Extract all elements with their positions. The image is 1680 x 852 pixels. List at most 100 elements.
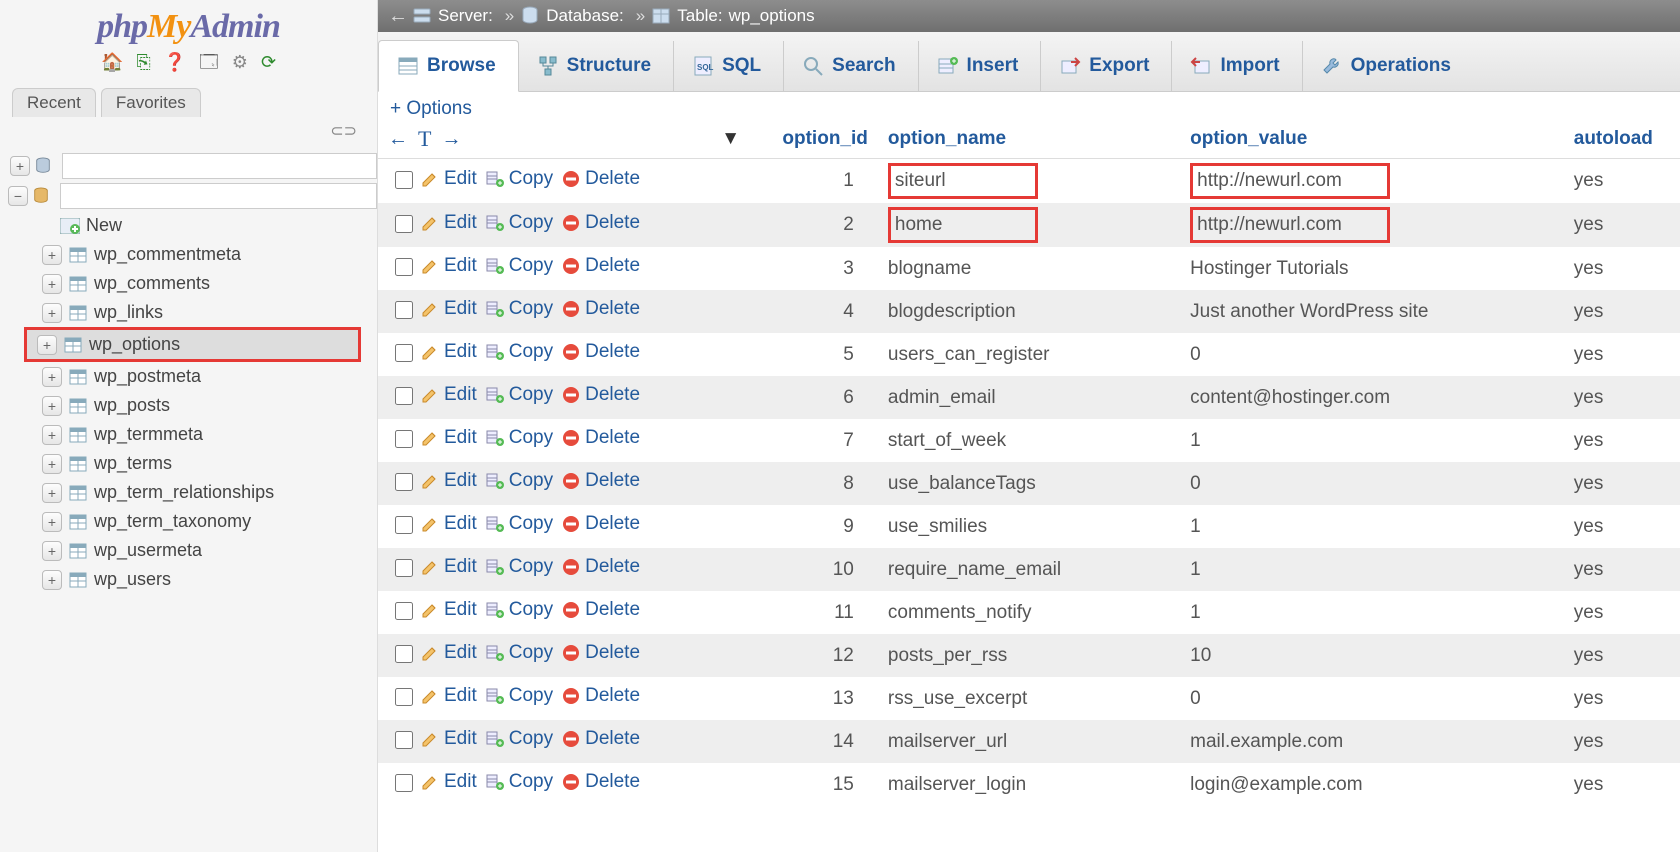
edit-button[interactable]: Edit [420, 298, 477, 320]
edit-button[interactable]: Edit [420, 728, 477, 750]
exit-icon[interactable]: ⎘ [136, 52, 150, 73]
sql-icon[interactable]: 🗔 [199, 50, 219, 80]
tree-item-wp-termmeta[interactable]: +wp_termmeta [8, 420, 377, 449]
row-checkbox[interactable] [395, 301, 413, 319]
delete-button[interactable]: Delete [561, 556, 640, 578]
toggle-sort-icon[interactable]: T [418, 126, 431, 152]
copy-button[interactable]: Copy [485, 384, 553, 406]
tree-item-wp-comments[interactable]: +wp_comments [8, 269, 377, 298]
row-checkbox[interactable] [395, 602, 413, 620]
tab-recent[interactable]: Recent [12, 88, 96, 117]
help-icon[interactable]: ❓ [164, 52, 186, 73]
edit-button[interactable]: Edit [420, 470, 477, 492]
tree-item-wp-posts[interactable]: +wp_posts [8, 391, 377, 420]
copy-button[interactable]: Copy [485, 556, 553, 578]
col-autoload[interactable]: autoload [1564, 120, 1680, 159]
row-checkbox[interactable] [395, 387, 413, 405]
edit-button[interactable]: Edit [420, 212, 477, 234]
copy-button[interactable]: Copy [485, 513, 553, 535]
edit-button[interactable]: Edit [420, 427, 477, 449]
delete-button[interactable]: Delete [561, 470, 640, 492]
copy-button[interactable]: Copy [485, 427, 553, 449]
tab-structure[interactable]: Structure [519, 41, 674, 91]
options-toggle[interactable]: + Options [378, 92, 1680, 120]
delete-button[interactable]: Delete [561, 642, 640, 664]
tree-expand-icon[interactable]: + [42, 541, 62, 561]
edit-button[interactable]: Edit [420, 685, 477, 707]
tab-browse[interactable]: Browse [378, 40, 519, 92]
tab-insert[interactable]: Insert [919, 41, 1042, 91]
sort-right-icon[interactable]: → [441, 128, 461, 151]
col-option-id[interactable]: option_id [750, 120, 878, 159]
delete-button[interactable]: Delete [561, 341, 640, 363]
row-checkbox[interactable] [395, 559, 413, 577]
row-checkbox[interactable] [395, 774, 413, 792]
tree-expand-icon[interactable]: + [42, 303, 62, 323]
home-icon[interactable]: 🏠 [101, 52, 123, 73]
copy-button[interactable]: Copy [485, 685, 553, 707]
copy-button[interactable]: Copy [485, 771, 553, 793]
tree-item-wp-terms[interactable]: +wp_terms [8, 449, 377, 478]
edit-button[interactable]: Edit [420, 341, 477, 363]
settings-icon[interactable]: ⚙ [232, 52, 248, 73]
tree-collapse-icon[interactable]: − [8, 186, 28, 206]
tab-search[interactable]: Search [784, 41, 918, 91]
actions-dropdown-icon[interactable]: ▼ [721, 128, 740, 150]
breadcrumb-database[interactable]: Database: [520, 6, 630, 26]
delete-button[interactable]: Delete [561, 384, 640, 406]
tree-expand-icon[interactable]: + [42, 454, 62, 474]
delete-button[interactable]: Delete [561, 168, 640, 190]
copy-button[interactable]: Copy [485, 470, 553, 492]
sort-left-icon[interactable]: ← [388, 128, 408, 151]
tab-operations[interactable]: Operations [1303, 41, 1473, 91]
row-checkbox[interactable] [395, 516, 413, 534]
row-checkbox[interactable] [395, 430, 413, 448]
tree-item-wp-postmeta[interactable]: +wp_postmeta [8, 362, 377, 391]
tab-import[interactable]: Import [1172, 41, 1302, 91]
edit-button[interactable]: Edit [420, 513, 477, 535]
tree-expand-icon[interactable]: + [42, 274, 62, 294]
tree-item-wp-options[interactable]: +wp_options [24, 327, 361, 362]
delete-button[interactable]: Delete [561, 212, 640, 234]
copy-button[interactable]: Copy [485, 255, 553, 277]
tab-export[interactable]: Export [1041, 41, 1172, 91]
tree-item-wp-commentmeta[interactable]: +wp_commentmeta [8, 240, 377, 269]
copy-button[interactable]: Copy [485, 212, 553, 234]
col-option-value[interactable]: option_value [1180, 120, 1564, 159]
tree-expand-icon[interactable]: + [42, 512, 62, 532]
edit-button[interactable]: Edit [420, 599, 477, 621]
tree-item-wp-term-taxonomy[interactable]: +wp_term_taxonomy [8, 507, 377, 536]
copy-button[interactable]: Copy [485, 599, 553, 621]
edit-button[interactable]: Edit [420, 642, 477, 664]
delete-button[interactable]: Delete [561, 298, 640, 320]
tree-expand-icon[interactable]: + [42, 570, 62, 590]
row-checkbox[interactable] [395, 171, 413, 189]
delete-button[interactable]: Delete [561, 599, 640, 621]
copy-button[interactable]: Copy [485, 728, 553, 750]
delete-button[interactable]: Delete [561, 728, 640, 750]
reload-icon[interactable]: ⟳ [261, 52, 276, 73]
edit-button[interactable]: Edit [420, 556, 477, 578]
tab-sql[interactable]: SQL SQL [674, 41, 784, 91]
tree-item-wp-links[interactable]: +wp_links [8, 298, 377, 327]
tree-item-wp-usermeta[interactable]: +wp_usermeta [8, 536, 377, 565]
tree-expand-icon[interactable]: + [42, 367, 62, 387]
tree-expand-icon[interactable]: + [42, 483, 62, 503]
tree-filter-input[interactable] [62, 153, 377, 179]
collapse-indicator[interactable]: ⊂⊃ [0, 117, 377, 145]
row-checkbox[interactable] [395, 645, 413, 663]
row-checkbox[interactable] [395, 215, 413, 233]
edit-button[interactable]: Edit [420, 384, 477, 406]
copy-button[interactable]: Copy [485, 341, 553, 363]
tree-expand-icon[interactable]: + [42, 396, 62, 416]
copy-button[interactable]: Copy [485, 168, 553, 190]
delete-button[interactable]: Delete [561, 427, 640, 449]
tree-expand-icon[interactable]: + [10, 156, 30, 176]
tree-expand-icon[interactable]: + [42, 425, 62, 445]
copy-button[interactable]: Copy [485, 298, 553, 320]
edit-button[interactable]: Edit [420, 168, 477, 190]
delete-button[interactable]: Delete [561, 771, 640, 793]
edit-button[interactable]: Edit [420, 771, 477, 793]
delete-button[interactable]: Delete [561, 255, 640, 277]
tree-expand-icon[interactable]: + [37, 335, 57, 355]
